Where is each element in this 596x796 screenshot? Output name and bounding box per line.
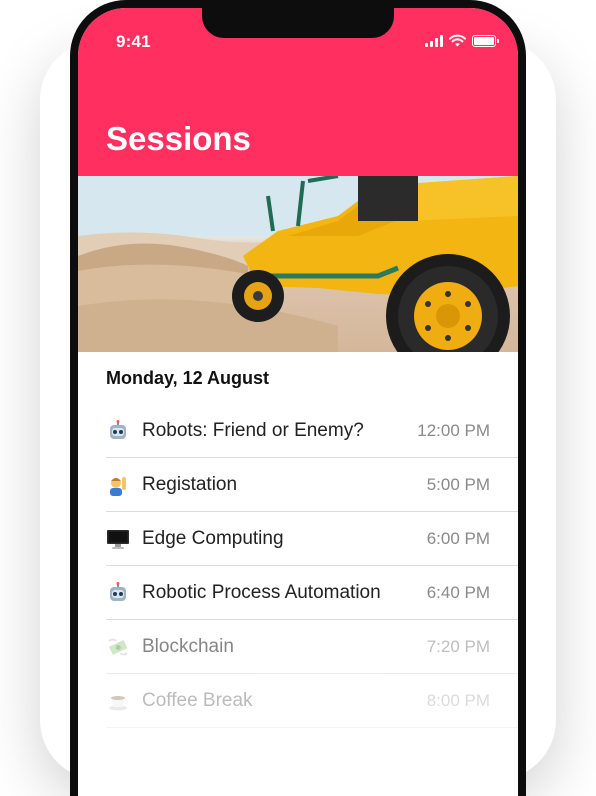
session-row[interactable]: Edge Computing 6:00 PM <box>106 512 518 566</box>
phone-frame: 9:41 Sessions Monday, 12 August Robots: … <box>70 0 526 796</box>
session-time: 5:00 PM <box>426 474 490 494</box>
session-name: Robots: Friend or Enemy? <box>142 419 364 441</box>
date-heading: Monday, 12 August <box>106 368 270 388</box>
session-row[interactable]: Registation 5:00 PM <box>106 458 518 512</box>
coffee-icon <box>106 689 130 713</box>
session-name: Robotic Process Automation <box>142 581 381 603</box>
session-row[interactable]: Coffee Break 8:00 PM <box>106 674 518 728</box>
status-icons <box>425 34 499 47</box>
session-time: 6:40 PM <box>426 582 490 602</box>
page-title: Sessions <box>106 120 251 157</box>
person-raising-hand-icon <box>106 473 130 497</box>
desktop-computer-icon <box>106 527 130 551</box>
session-row[interactable]: Robotic Process Automation 6:40 PM <box>106 566 518 620</box>
session-name: Edge Computing <box>142 527 284 549</box>
session-row[interactable]: Robots: Friend or Enemy? 12:00 PM <box>106 404 518 458</box>
session-time: 7:20 PM <box>426 636 490 656</box>
money-with-wings-icon <box>106 635 130 659</box>
session-time: 8:00 PM <box>426 690 490 710</box>
hero-image <box>78 176 518 352</box>
wifi-icon <box>449 34 466 47</box>
session-time: 6:00 PM <box>426 528 490 548</box>
session-name: Blockchain <box>142 635 234 657</box>
robot-icon <box>106 581 130 605</box>
session-name: Coffee Break <box>142 689 253 711</box>
robot-icon <box>106 419 130 443</box>
notch <box>202 8 394 38</box>
session-time: 12:00 PM <box>417 420 490 440</box>
session-list: Robots: Friend or Enemy? 12:00 PM Regist… <box>106 404 518 728</box>
session-row[interactable]: Blockchain 7:20 PM <box>106 620 518 674</box>
signal-icon <box>425 34 443 47</box>
session-name: Registation <box>142 473 238 495</box>
status-time: 9:41 <box>116 32 151 51</box>
app-screen: 9:41 Sessions Monday, 12 August Robots: … <box>78 8 518 796</box>
dune-buggy-image <box>78 176 518 352</box>
stage: 9:41 Sessions Monday, 12 August Robots: … <box>0 0 596 796</box>
battery-icon <box>472 34 499 47</box>
header: 9:41 Sessions <box>78 8 518 176</box>
